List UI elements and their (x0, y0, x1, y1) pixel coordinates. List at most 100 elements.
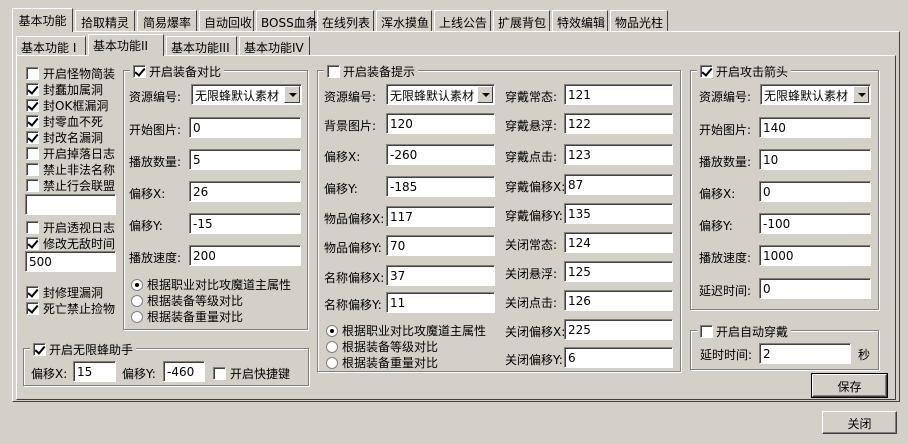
left-option-1[interactable]: 封蠢加属洞 (26, 81, 103, 98)
equip-tip-left-input-5[interactable]: 37 (386, 265, 495, 286)
equip-compare-field-input-2[interactable]: 26 (189, 181, 301, 202)
equip-tip-right-input-6[interactable]: 125 (564, 261, 673, 282)
tab-top-6[interactable]: 浑水摸鱼 (376, 10, 432, 31)
close-button[interactable]: 关闭 (822, 411, 897, 434)
equip-tip-radio-2-radio[interactable] (326, 356, 338, 369)
tab-inner-1[interactable]: 基本功能II (88, 34, 164, 56)
equip-compare-title[interactable]: 开启装备对比 (130, 63, 225, 80)
equip-tip-right-input-1[interactable]: 122 (564, 113, 673, 134)
tab-top-4[interactable]: BOSS血条 (256, 10, 318, 31)
left-option-6[interactable]: 禁止非法名称 (26, 161, 115, 178)
equip-compare-radio-1-radio[interactable] (131, 294, 143, 307)
left-option2-0-checkbox[interactable] (26, 221, 39, 234)
invincible-time-input[interactable]: 500 (25, 251, 116, 272)
equip-tip-checkbox[interactable] (327, 65, 340, 78)
equip-compare-field-input-4[interactable]: 200 (189, 245, 301, 266)
equip-compare-radio-0-radio[interactable] (131, 278, 143, 291)
left-option-5[interactable]: 开启掉落日志 (26, 145, 115, 162)
equip-tip-right-input-0[interactable]: 121 (564, 84, 673, 105)
tab-top-1[interactable]: 拾取精灵 (75, 10, 135, 31)
equip-tip-right-input-7[interactable]: 126 (564, 290, 673, 311)
tab-top-9[interactable]: 特效编辑 (552, 10, 608, 31)
left-option2-1-checkbox[interactable] (26, 237, 39, 250)
attack-arrow-field-input-5[interactable]: 0 (759, 278, 871, 299)
equip-tip-radio-2[interactable]: 根据装备重量对比 (326, 354, 438, 371)
tab-inner-3[interactable]: 基本功能IV (239, 36, 310, 55)
left-option-7-checkbox[interactable] (26, 179, 39, 192)
left-option-7[interactable]: 禁止行会联盟 (26, 177, 115, 194)
attack-arrow-field-input-2[interactable]: 0 (759, 181, 871, 202)
equip-tip-left-input-2[interactable]: -185 (386, 176, 495, 197)
equip-tip-right-input-3[interactable]: 87 (564, 174, 673, 195)
equip-compare-field-input-1[interactable]: 5 (189, 149, 301, 170)
equip-tip-left-input-0[interactable]: 120 (386, 113, 495, 134)
auto-wear-title[interactable]: 开启自动穿戴 (697, 323, 792, 340)
attack-arrow-field-input-0[interactable]: 140 (759, 117, 871, 138)
tab-top-8[interactable]: 扩展背包 (493, 10, 550, 31)
tab-top-0[interactable]: 基本功能 (12, 8, 73, 32)
equip-compare-radio-2-radio[interactable] (131, 310, 143, 323)
tab-top-10[interactable]: 物品光柱 (610, 10, 668, 31)
tab-top-3[interactable]: 自动回收 (199, 10, 254, 31)
equip-tip-left-input-1[interactable]: -260 (386, 144, 495, 165)
tab-top-7[interactable]: 上线公告 (434, 10, 491, 31)
helper-offset-x-input[interactable]: 15 (73, 361, 116, 382)
left-option-5-checkbox[interactable] (26, 147, 39, 160)
equip-tip-radio-1[interactable]: 根据装备等级对比 (326, 338, 438, 355)
tab-inner-0[interactable]: 基本功能 I (16, 36, 86, 55)
left-option-3[interactable]: 封零血不死 (26, 113, 103, 130)
left-option-4[interactable]: 封改名漏洞 (26, 129, 103, 146)
left-option-0[interactable]: 开启怪物简装 (26, 65, 115, 82)
left-option-6-checkbox[interactable] (26, 163, 39, 176)
helper-checkbox[interactable] (33, 343, 46, 356)
equip-tip-radio-0[interactable]: 根据职业对比攻魔道主属性 (326, 322, 486, 339)
equip-tip-radio-1-radio[interactable] (326, 340, 338, 353)
left-option-2-checkbox[interactable] (26, 99, 39, 112)
left-option-2[interactable]: 封OK框漏洞 (26, 97, 108, 114)
left-option3-0-checkbox[interactable] (26, 286, 39, 299)
helper-shortcut-checkbox[interactable] (213, 367, 226, 380)
equip-compare-checkbox[interactable] (133, 65, 146, 78)
equip-compare-radio-2[interactable]: 根据装备重量对比 (131, 308, 243, 325)
chevron-down-icon[interactable] (284, 86, 300, 103)
equip-compare-field-input-3[interactable]: -15 (189, 213, 301, 234)
tab-top-5[interactable]: 在线列表 (317, 10, 374, 31)
left-option-3-checkbox[interactable] (26, 115, 39, 128)
left-option-1-checkbox[interactable] (26, 83, 39, 96)
equip-tip-left-input-3[interactable]: 117 (386, 206, 495, 227)
equip-tip-radio-0-radio[interactable] (326, 324, 338, 337)
equip-tip-title[interactable]: 开启装备提示 (324, 63, 419, 80)
equip-tip-resource-select[interactable]: 无限蜂默认素材 (386, 84, 495, 105)
left-option3-0[interactable]: 封修理漏洞 (26, 284, 103, 301)
attack-arrow-title[interactable]: 开启攻击箭头 (697, 63, 792, 80)
equip-compare-resource-select[interactable]: 无限蜂默认素材 (191, 84, 302, 105)
tab-top-2[interactable]: 简易爆率 (137, 10, 197, 31)
equip-tip-left-input-6[interactable]: 11 (386, 292, 495, 313)
tab-inner-2[interactable]: 基本功能III (166, 36, 237, 55)
helper-shortcut-option[interactable]: 开启快捷键 (213, 365, 290, 382)
equip-tip-right-input-5[interactable]: 124 (564, 232, 673, 253)
helper-title[interactable]: 开启无限蜂助手 (30, 341, 137, 358)
attack-arrow-field-input-1[interactable]: 10 (759, 149, 871, 170)
chevron-down-icon[interactable] (477, 86, 493, 103)
equip-tip-right-input-4[interactable]: 135 (564, 203, 673, 224)
attack-arrow-field-input-3[interactable]: -100 (759, 213, 871, 234)
equip-tip-left-input-4[interactable]: 70 (386, 235, 495, 256)
equip-tip-right-input-9[interactable]: 6 (564, 347, 673, 368)
attack-arrow-checkbox[interactable] (700, 65, 713, 78)
save-button[interactable]: 保存 (811, 373, 888, 398)
auto-wear-delay-input[interactable]: 2 (759, 343, 851, 364)
left-option2-1[interactable]: 修改无敌时间 (26, 235, 115, 252)
chevron-down-icon[interactable] (853, 86, 869, 103)
left-option3-1[interactable]: 死亡禁止捡物 (26, 300, 115, 317)
equip-tip-right-input-2[interactable]: 123 (564, 144, 673, 165)
equip-compare-radio-1[interactable]: 根据装备等级对比 (131, 292, 243, 309)
left-blank-input[interactable] (25, 194, 116, 215)
equip-compare-field-input-0[interactable]: 0 (189, 117, 301, 138)
auto-wear-checkbox[interactable] (700, 325, 713, 338)
left-option-4-checkbox[interactable] (26, 131, 39, 144)
attack-arrow-resource-select[interactable]: 无限蜂默认素材 (760, 84, 871, 105)
helper-offset-y-input[interactable]: -460 (163, 361, 205, 382)
attack-arrow-field-input-4[interactable]: 1000 (759, 245, 871, 266)
left-option2-0[interactable]: 开启透视日志 (26, 219, 115, 236)
